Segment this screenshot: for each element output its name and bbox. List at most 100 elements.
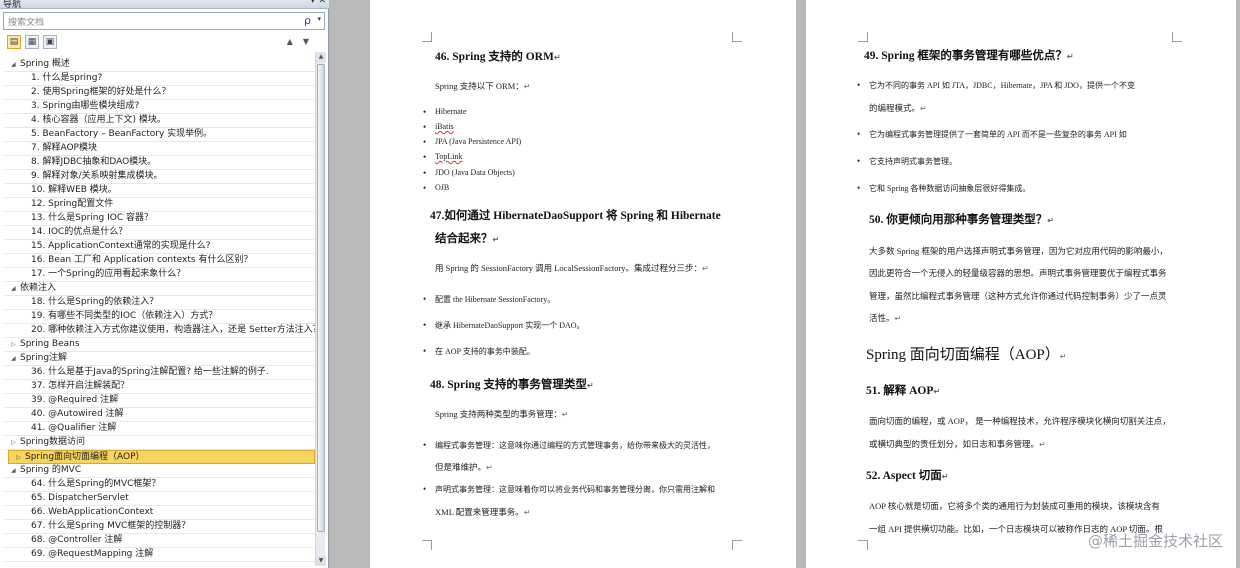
tree-item-label: 19. 有哪些不同类型的IOC（依赖注入）方式？ xyxy=(31,311,218,321)
tree-item-label: 9. 解释对象/关系映射集成模块。 xyxy=(31,171,163,181)
tree-item[interactable]: 9. 解释对象/关系映射集成模块。 xyxy=(4,170,315,184)
tree-item[interactable]: 66. WebApplicationContext xyxy=(4,506,315,520)
tree-item-label: Spring 的MVC xyxy=(20,465,82,475)
tree-item[interactable]: 67. 什么是Spring MVC框架的控制器？ xyxy=(4,520,315,534)
heading-52: 52. Aspect 切面↵ xyxy=(866,470,949,482)
tree-item[interactable]: 12. Spring配置文件 xyxy=(4,198,315,212)
tree-section[interactable]: ◢ 依赖注入 xyxy=(4,282,315,296)
tree-item-label: 41. @Qualifier 注解 xyxy=(31,423,117,433)
orm-list-item: OJB xyxy=(423,183,449,193)
crop-mark xyxy=(422,540,432,550)
tree-item-label: 3. Spring由哪些模块组成? xyxy=(31,101,140,111)
tree-item-label: 7. 解释AOP模块 xyxy=(31,143,97,153)
heading-48: 48. Spring 支持的事务管理类型↵ xyxy=(430,379,594,391)
tree-item-label: Spring面向切面编程（AOP） xyxy=(25,452,145,462)
tree-item-label: 18. 什么是Spring的依赖注入？ xyxy=(31,297,159,307)
expand-triangle-icon[interactable]: ▷ xyxy=(11,436,20,449)
nav-title: 导航 xyxy=(3,0,22,10)
tree-section[interactable]: ◢ Spring 概述 xyxy=(4,58,315,72)
paragraph-52: AOP 核心就是切面，它将多个类的通用行为封装成可重用的模块，该模块含有 xyxy=(869,501,1160,511)
tree-item[interactable]: 64. 什么是Spring的MVC框架？ xyxy=(4,478,315,492)
navigation-pane: 导航 ▾ ✕ 搜索文档 ρ ▾ ▤ ▦ ▣ ▲▼ ◢ Spring 概述 1. 什么… xyxy=(0,0,329,568)
tree-item[interactable]: 14. IOC的优点是什么？ xyxy=(4,226,315,240)
tree-item[interactable]: 16. Bean 工厂和 Application contexts 有什么区别？ xyxy=(4,254,315,268)
tree-section[interactable]: ▷ Spring Beans xyxy=(4,338,315,352)
crop-mark xyxy=(732,32,742,42)
tree-item[interactable]: 13. 什么是Spring IOC 容器？ xyxy=(4,212,315,226)
collapse-triangle-icon[interactable]: ◢ xyxy=(11,282,20,295)
collapse-triangle-icon[interactable]: ◢ xyxy=(11,58,20,71)
nav-menu-icon[interactable]: ▾ xyxy=(310,0,315,6)
tree-item-label: 13. 什么是Spring IOC 容器？ xyxy=(31,213,153,223)
scroll-down-icon[interactable]: ▼ xyxy=(316,556,326,566)
search-input[interactable]: 搜索文档 ρ ▾ xyxy=(3,12,325,30)
results-view-icon[interactable]: ▣ xyxy=(43,35,57,49)
close-icon[interactable]: ✕ xyxy=(318,0,326,6)
tree-item[interactable]: 18. 什么是Spring的依赖注入？ xyxy=(4,296,315,310)
crop-mark xyxy=(422,32,432,42)
tree-item-label: 8. 解释JDBC抽象和DAO模块。 xyxy=(31,157,157,167)
tree-section[interactable]: ▷ Spring数据访问 xyxy=(4,436,315,450)
tree-item[interactable]: 40. @Autowired 注解 xyxy=(4,408,315,422)
scroll-thumb[interactable] xyxy=(317,64,325,532)
tree-item-label: 2. 使用Spring框架的好处是什么？ xyxy=(31,87,171,97)
tree-item[interactable]: 3. Spring由哪些模块组成? xyxy=(4,100,315,114)
tree-item[interactable]: 19. 有哪些不同类型的IOC（依赖注入）方式？ xyxy=(4,310,315,324)
chevron-down-icon[interactable]: ▾ xyxy=(317,15,321,23)
expand-triangle-icon[interactable]: ▷ xyxy=(16,451,25,464)
tree-item-label: 68. @Controller 注解 xyxy=(31,535,123,545)
headings-view-icon[interactable]: ▤ xyxy=(7,35,21,49)
tree-item-label: 17. 一个Spring的应用看起来象什么？ xyxy=(31,269,186,279)
tree-item[interactable]: 41. @Qualifier 注解 xyxy=(4,422,315,436)
nav-header: 导航 ▾ ✕ xyxy=(0,0,329,10)
tree-item-label: 16. Bean 工厂和 Application contexts 有什么区别？ xyxy=(31,255,253,265)
tree-item[interactable]: 17. 一个Spring的应用看起来象什么？ xyxy=(4,268,315,282)
tree-item-label: 12. Spring配置文件 xyxy=(31,199,114,209)
tree-section[interactable]: ▷ Spring面向切面编程（AOP） xyxy=(8,450,315,464)
paragraph-50: 大多数 Spring 框架的用户选择声明式事务管理，因为它对应用代码的影响最小， xyxy=(869,246,1168,256)
tree-item[interactable]: 5. BeanFactory – BeanFactory 实现举例。 xyxy=(4,128,315,142)
tree-item-label: Spring 概述 xyxy=(20,59,70,69)
scroll-up-icon[interactable]: ▲ xyxy=(316,52,326,62)
step-item: 配置 the Hibernate SessionFactory。 xyxy=(423,294,555,305)
transaction-type-item: 声明式事务管理：这意味着你可以将业务代码和事务管理分离，你只需用注解和 xyxy=(423,484,715,495)
collapse-triangle-icon[interactable]: ◢ xyxy=(11,352,20,365)
tree-item[interactable]: 68. @Controller 注解 xyxy=(4,534,315,548)
pages-view-icon[interactable]: ▦ xyxy=(25,35,39,49)
tree-item[interactable]: 65. DispatcherServlet xyxy=(4,492,315,506)
heading-50: 50. 你更倾向用那种事务管理类型？↵ xyxy=(869,214,1054,226)
tree-item[interactable]: 1. 什么是spring? xyxy=(4,72,315,86)
tree-item-label: 66. WebApplicationContext xyxy=(31,507,154,517)
transaction-type-item: 编程式事务管理：这意味你通过编程的方式管理事务，给你带来极大的灵活性， xyxy=(423,440,715,451)
tree-item[interactable]: 20. 哪种依赖注入方式你建议使用，构造器注入，还是 Setter方法注入？ xyxy=(4,324,315,338)
tree-item[interactable]: 37. 怎样开启注解装配？ xyxy=(4,380,315,394)
move-heading-arrows[interactable]: ▲▼ xyxy=(287,37,319,46)
tree-item[interactable]: 69. @RequestMapping 注解 xyxy=(4,548,315,562)
tree-item[interactable]: 10. 解释WEB 模块。 xyxy=(4,184,315,198)
tree-item[interactable]: 15. ApplicationContext通常的实现是什么? xyxy=(4,240,315,254)
tree-item-label: 67. 什么是Spring MVC框架的控制器？ xyxy=(31,521,191,531)
collapse-triangle-icon[interactable]: ◢ xyxy=(11,464,20,477)
scrollbar[interactable]: ▲ ▼ xyxy=(315,52,326,566)
search-icon[interactable]: ρ xyxy=(304,14,311,27)
heading-47-cont: 结合起来？↵ xyxy=(435,233,500,245)
tree-item-label: 10. 解释WEB 模块。 xyxy=(31,185,117,195)
transaction-type-cont: 但是难维护。↵ xyxy=(435,462,493,472)
tree-item[interactable]: 2. 使用Spring框架的好处是什么？ xyxy=(4,86,315,100)
transaction-type-cont: XML 配置来管理事务。↵ xyxy=(435,507,531,517)
crop-mark xyxy=(858,540,868,550)
tree-item[interactable]: 36. 什么是基于Java的Spring注解配置? 给一些注解的例子. xyxy=(4,366,315,380)
tree-section[interactable]: ◢ Spring注解 xyxy=(4,352,315,366)
paragraph-46: Spring 支持以下 ORM：↵ xyxy=(435,81,531,91)
tree-item[interactable]: 8. 解释JDBC抽象和DAO模块。 xyxy=(4,156,315,170)
tree-section[interactable]: ◢ Spring 的MVC xyxy=(4,464,315,478)
tree-item-label: 20. 哪种依赖注入方式你建议使用，构造器注入，还是 Setter方法注入？ xyxy=(31,325,315,335)
tree-item[interactable]: 4. 核心容器（应用上下文) 模块。 xyxy=(4,114,315,128)
search-placeholder: 搜索文档 xyxy=(8,18,45,28)
advantage-item: 它和 Spring 各种数据访问抽象层很好得集成。 xyxy=(857,183,1030,194)
paragraph-50: 活性。↵ xyxy=(869,313,902,323)
expand-triangle-icon[interactable]: ▷ xyxy=(11,338,20,351)
heading-47: 47.如何通过 HibernateDaoSupport 将 Spring 和 H… xyxy=(430,210,721,222)
tree-item[interactable]: 39. @Required 注解 xyxy=(4,394,315,408)
tree-item[interactable]: 7. 解释AOP模块 xyxy=(4,142,315,156)
